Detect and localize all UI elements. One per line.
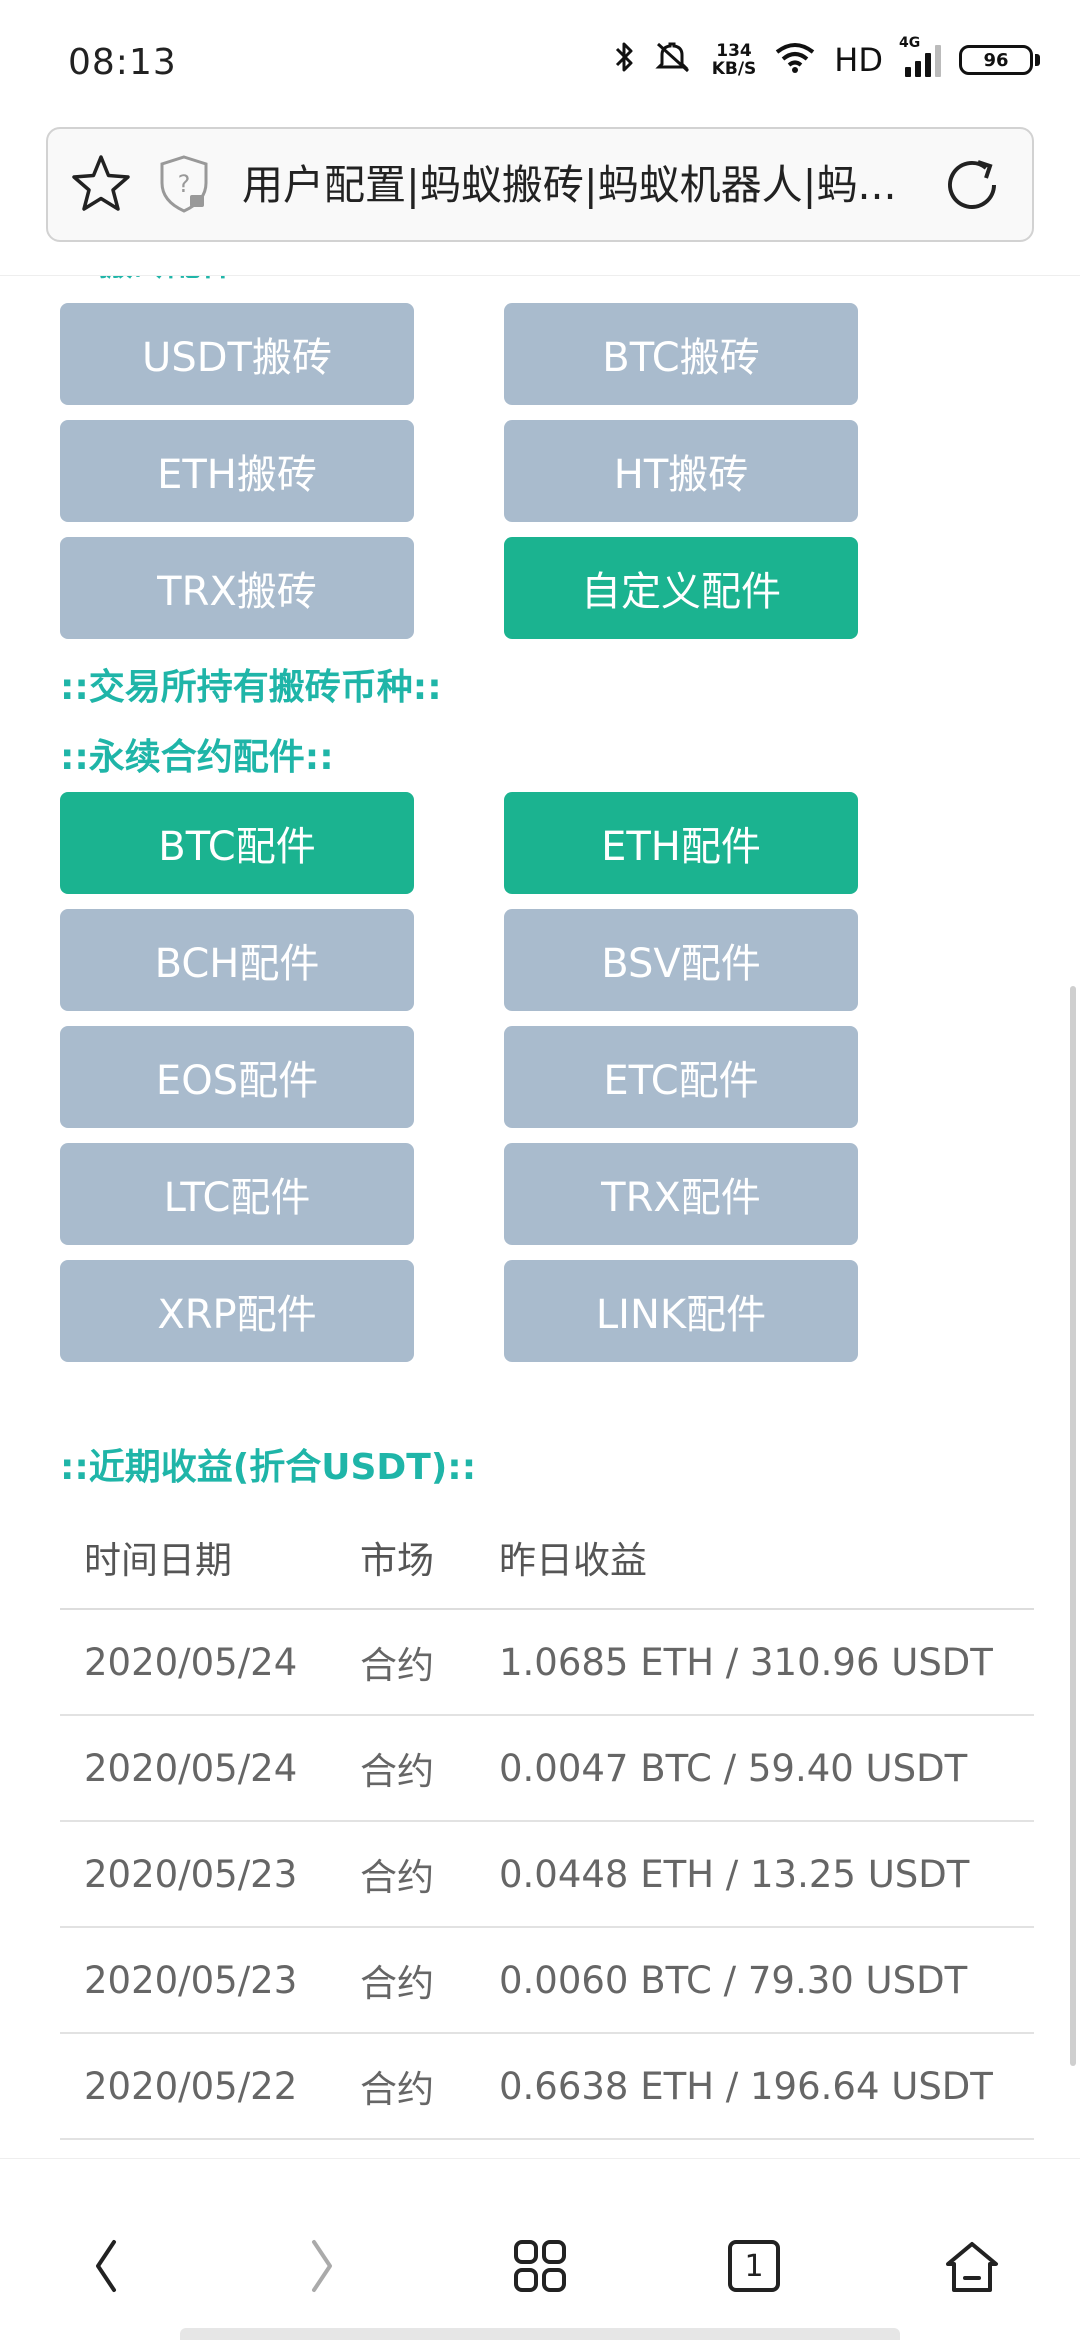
battery-level: 96 (983, 49, 1009, 71)
column-header-date: 时间日期 (60, 1506, 336, 1610)
menu-grid-icon[interactable] (508, 2234, 572, 2298)
bluetooth-icon (614, 40, 636, 80)
mute-icon (654, 40, 694, 80)
earnings-table: 时间日期 市场 昨日收益 2020/05/24 合约 1.0685 ETH / … (60, 1506, 1034, 2140)
cell-market: 合约 (336, 1927, 475, 2034)
table-row: 2020/05/24 合约 1.0685 ETH / 310.96 USDT (60, 1609, 1034, 1716)
svg-text:?: ? (178, 170, 191, 198)
btc-brick-button[interactable]: BTC搬砖 (504, 303, 858, 405)
signal-bar (935, 45, 941, 77)
cell-date: 2020/05/23 (60, 1927, 336, 2034)
status-time: 08:13 (68, 42, 177, 83)
hd-indicator: HD (834, 41, 883, 79)
ht-brick-button[interactable]: HT搬砖 (504, 420, 858, 522)
table-row: 2020/05/23 合约 0.0060 BTC / 79.30 USDT (60, 1927, 1034, 2034)
signal-bar (915, 61, 921, 77)
battery-icon: 96 (959, 45, 1040, 75)
address-bar[interactable]: ? 用户配置|蚂蚁搬砖|蚂蚁机器人|蚂... (46, 127, 1034, 242)
xrp-config-button[interactable]: XRP配件 (60, 1260, 414, 1362)
ltc-config-button[interactable]: LTC配件 (60, 1143, 414, 1245)
trx-brick-button[interactable]: TRX搬砖 (60, 537, 414, 639)
bch-config-button[interactable]: BCH配件 (60, 909, 414, 1011)
network-speed: 134 KB/S (712, 42, 757, 78)
cell-date: 2020/05/24 (60, 1715, 336, 1822)
table-row: 2020/05/23 合约 0.0448 ETH / 13.25 USDT (60, 1821, 1034, 1928)
cell-date: 2020/05/24 (60, 1609, 336, 1716)
bookmark-star-icon[interactable] (68, 151, 134, 217)
status-icons: 134 KB/S HD 4G 96 (614, 35, 1040, 80)
cell-earnings: 0.0047 BTC / 59.40 USDT (475, 1715, 1034, 1822)
home-icon[interactable] (940, 2234, 1004, 2298)
exchange-coins-label: ::交易所持有搬砖币种:: (60, 667, 442, 708)
cell-date: 2020/05/22 (60, 2033, 336, 2140)
page-title[interactable]: 用户配置|蚂蚁搬砖|蚂蚁机器人|蚂... (242, 155, 942, 215)
cell-earnings: 0.0060 BTC / 79.30 USDT (475, 1927, 1034, 2034)
tabs-icon[interactable]: 1 (722, 2234, 786, 2298)
signal-bar (925, 53, 931, 77)
usdt-brick-button[interactable]: USDT搬砖 (60, 303, 414, 405)
table-row: 2020/05/22 合约 0.6638 ETH / 196.64 USDT (60, 2033, 1034, 2140)
tab-count: 1 (744, 2248, 764, 2284)
table-header-row: 时间日期 市场 昨日收益 (60, 1506, 1034, 1610)
site-security-shield-icon[interactable]: ? (154, 151, 214, 217)
signal-bar (905, 67, 911, 77)
network-type: 4G (899, 35, 921, 51)
cellular-signal-icon: 4G (899, 35, 941, 77)
cell-earnings: 1.0685 ETH / 310.96 USDT (475, 1609, 1034, 1716)
link-config-button[interactable]: LINK配件 (504, 1260, 858, 1362)
status-bar: 08:13 134 KB/S HD 4G 96 (0, 0, 1080, 125)
custom-config-button[interactable]: 自定义配件 (504, 537, 858, 639)
speed-unit: KB/S (711, 59, 757, 79)
cell-market: 合约 (336, 2033, 475, 2140)
cell-earnings: 0.0448 ETH / 13.25 USDT (475, 1821, 1034, 1928)
cell-market: 合约 (336, 1609, 475, 1716)
eth-config-button[interactable]: ETH配件 (504, 792, 858, 894)
bsv-config-button[interactable]: BSV配件 (504, 909, 858, 1011)
cell-market: 合约 (336, 1715, 475, 1822)
gesture-bar (180, 2328, 900, 2340)
speed-value: 134 (716, 41, 752, 61)
wifi-icon (774, 40, 816, 80)
column-header-yesterday-earnings: 昨日收益 (475, 1506, 1034, 1610)
reload-icon[interactable] (942, 154, 1002, 216)
page-content[interactable]: :: 搬砖配件 :: USDT搬砖 BTC搬砖 ETH搬砖 HT搬砖 TRX搬砖… (0, 275, 1080, 2158)
recent-earnings-label: ::近期收益(折合USDT):: (60, 1447, 477, 1488)
cell-earnings: 0.6638 ETH / 196.64 USDT (475, 2033, 1034, 2140)
brick-section-heading-cut: :: 搬砖配件 :: (60, 276, 274, 285)
column-header-market: 市场 (336, 1506, 475, 1610)
cell-market: 合约 (336, 1821, 475, 1928)
trx-config-button[interactable]: TRX配件 (504, 1143, 858, 1245)
back-icon[interactable] (74, 2234, 138, 2298)
perpetual-contract-label: ::永续合约配件:: (60, 737, 334, 778)
eth-brick-button[interactable]: ETH搬砖 (60, 420, 414, 522)
forward-icon[interactable] (290, 2234, 354, 2298)
etc-config-button[interactable]: ETC配件 (504, 1026, 858, 1128)
browser-bottom-nav: 1 (0, 2158, 1080, 2341)
cell-date: 2020/05/23 (60, 1821, 336, 1928)
btc-config-button[interactable]: BTC配件 (60, 792, 414, 894)
table-row: 2020/05/24 合约 0.0047 BTC / 59.40 USDT (60, 1715, 1034, 1822)
page-scrollbar[interactable] (1070, 986, 1076, 2066)
eos-config-button[interactable]: EOS配件 (60, 1026, 414, 1128)
